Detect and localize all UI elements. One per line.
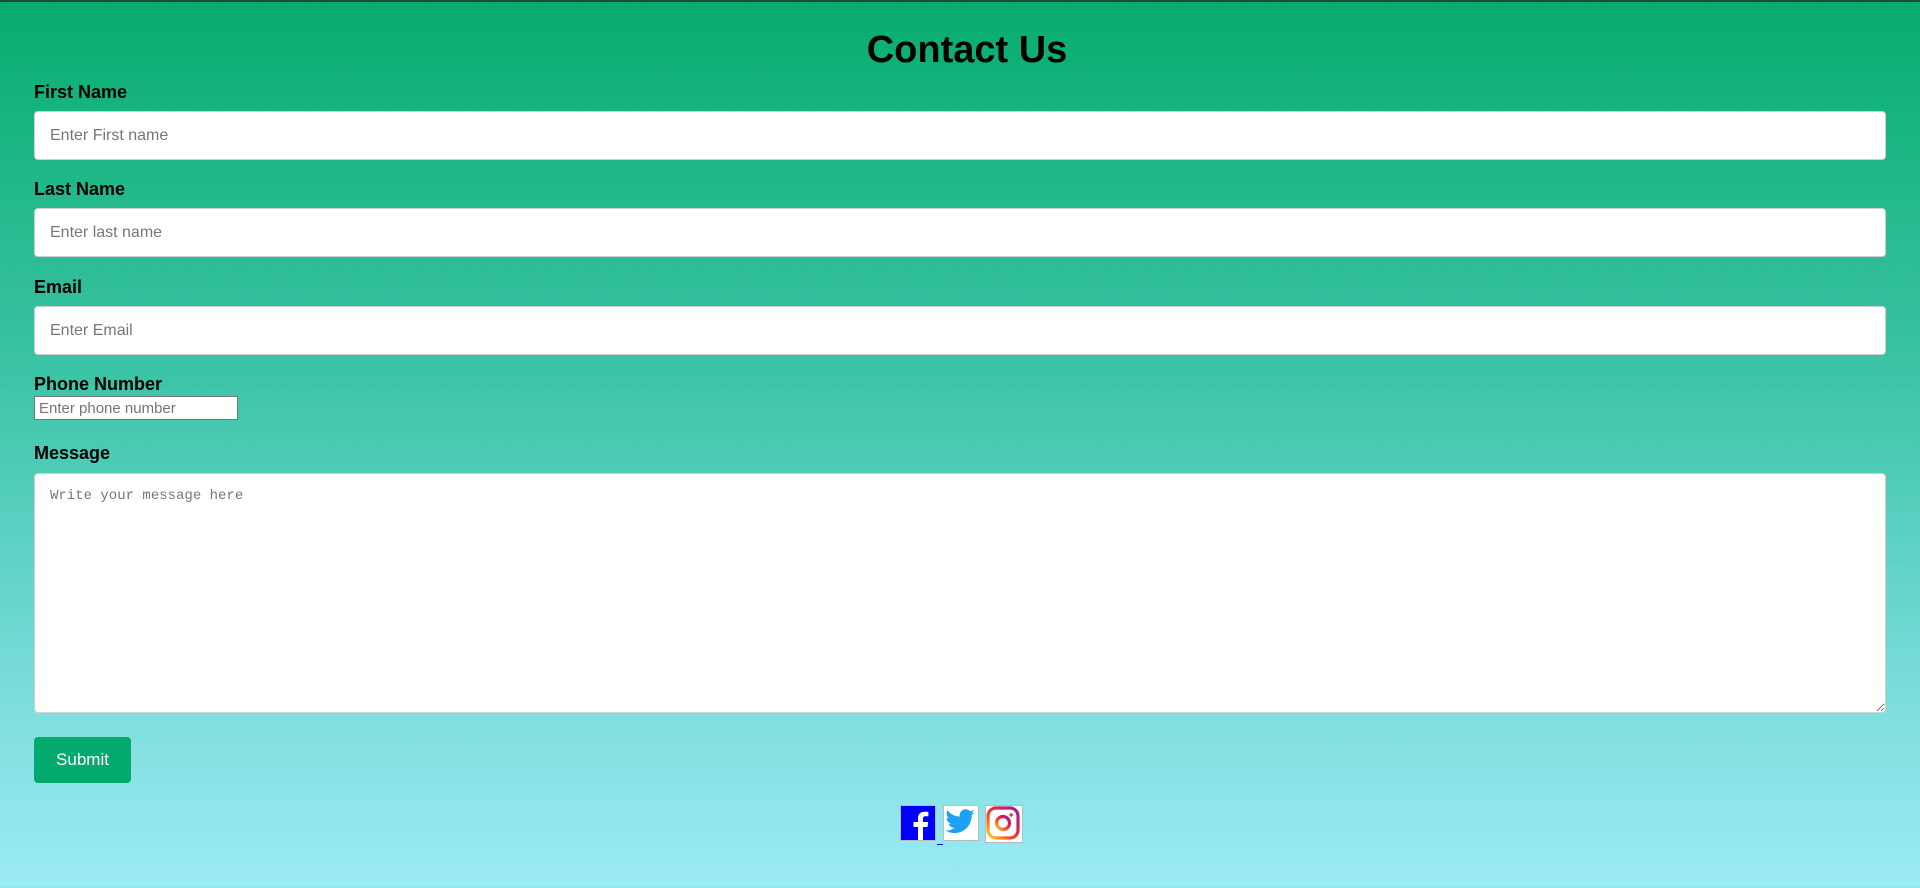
message-textarea[interactable] xyxy=(34,473,1886,713)
phone-label: Phone Number xyxy=(34,374,163,394)
facebook-link[interactable] xyxy=(900,805,943,845)
social-links xyxy=(900,805,1023,845)
first-name-input[interactable] xyxy=(34,111,1886,160)
message-label: Message xyxy=(34,443,111,463)
last-name-input[interactable] xyxy=(34,208,1886,257)
instagram-link[interactable] xyxy=(985,805,1023,843)
last-name-label: Last Name xyxy=(34,179,126,199)
first-name-label: First Name xyxy=(34,82,128,102)
submit-button[interactable]: Submit xyxy=(34,737,131,783)
instagram-icon xyxy=(986,806,1020,840)
email-input[interactable] xyxy=(34,306,1886,355)
phone-input[interactable] xyxy=(34,396,238,420)
twitter-link[interactable] xyxy=(943,805,979,841)
page-title: Contact Us xyxy=(866,29,1068,71)
email-label: Email xyxy=(34,277,83,297)
facebook-icon xyxy=(901,806,935,840)
twitter-icon xyxy=(945,809,975,834)
